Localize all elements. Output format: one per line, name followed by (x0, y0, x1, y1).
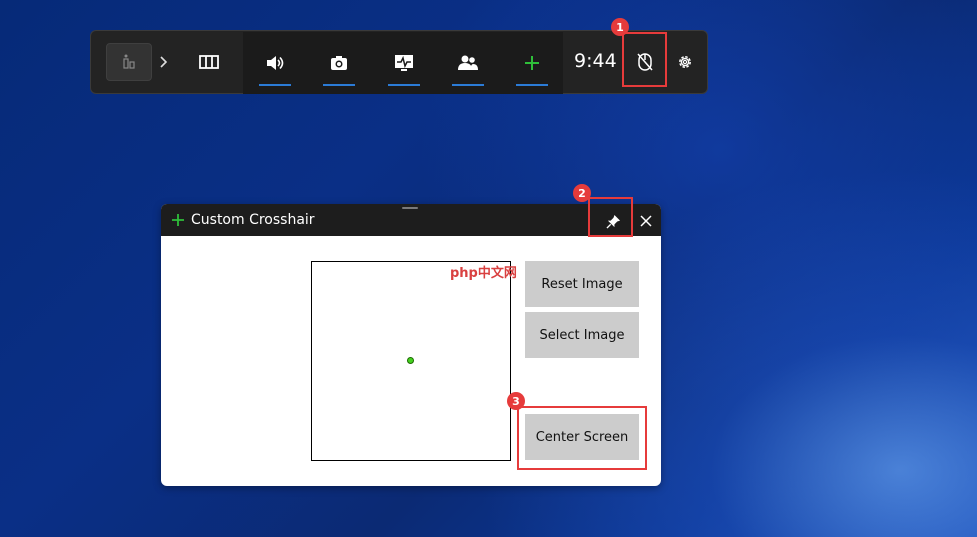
performance-icon (395, 55, 413, 71)
performance-widget-button[interactable] (384, 32, 424, 94)
close-button[interactable] (633, 208, 659, 234)
crosshair-preview[interactable] (311, 261, 511, 461)
watermark: php中文网 (450, 266, 517, 281)
highlight-box-2 (588, 197, 633, 237)
window-title: Custom Crosshair (191, 212, 315, 228)
annotation-badge-2: 2 (573, 184, 591, 202)
camera-icon (331, 56, 347, 70)
window-titlebar[interactable]: Custom Crosshair (161, 204, 661, 236)
clock: 9:44 (574, 50, 617, 72)
select-image-button[interactable]: Select Image (525, 312, 639, 358)
annotation-badge-3: 3 (507, 392, 525, 410)
game-bar-widget-menu: 9:44 (90, 30, 708, 94)
audio-widget-button[interactable] (255, 32, 295, 94)
active-indicator (452, 84, 484, 86)
gear-icon (679, 56, 691, 68)
capture-widget-button[interactable] (319, 32, 359, 94)
close-icon (640, 215, 652, 227)
reset-image-button[interactable]: Reset Image (525, 261, 639, 307)
expand-button[interactable] (153, 49, 173, 75)
widget-icon (199, 55, 219, 69)
widget-store-button[interactable] (191, 45, 227, 79)
chevron-right-icon (160, 56, 168, 68)
volume-icon (267, 56, 284, 70)
home-button[interactable] (106, 43, 152, 81)
drag-handle[interactable] (402, 207, 418, 209)
social-widget-button[interactable] (448, 32, 488, 94)
add-widget-button[interactable] (512, 32, 552, 94)
add-icon (172, 214, 184, 226)
crosshair-dot (407, 357, 414, 364)
highlight-box-1 (622, 32, 667, 87)
active-indicator (516, 84, 548, 86)
active-indicator (388, 84, 420, 86)
settings-button[interactable] (667, 45, 703, 79)
highlight-box-3 (517, 406, 647, 470)
annotation-badge-1: 1 (611, 18, 629, 36)
xbox-icon (123, 54, 135, 69)
active-indicator (259, 84, 291, 86)
widget-group (243, 32, 563, 94)
active-indicator (323, 84, 355, 86)
social-icon (458, 55, 478, 70)
add-icon (525, 56, 539, 70)
